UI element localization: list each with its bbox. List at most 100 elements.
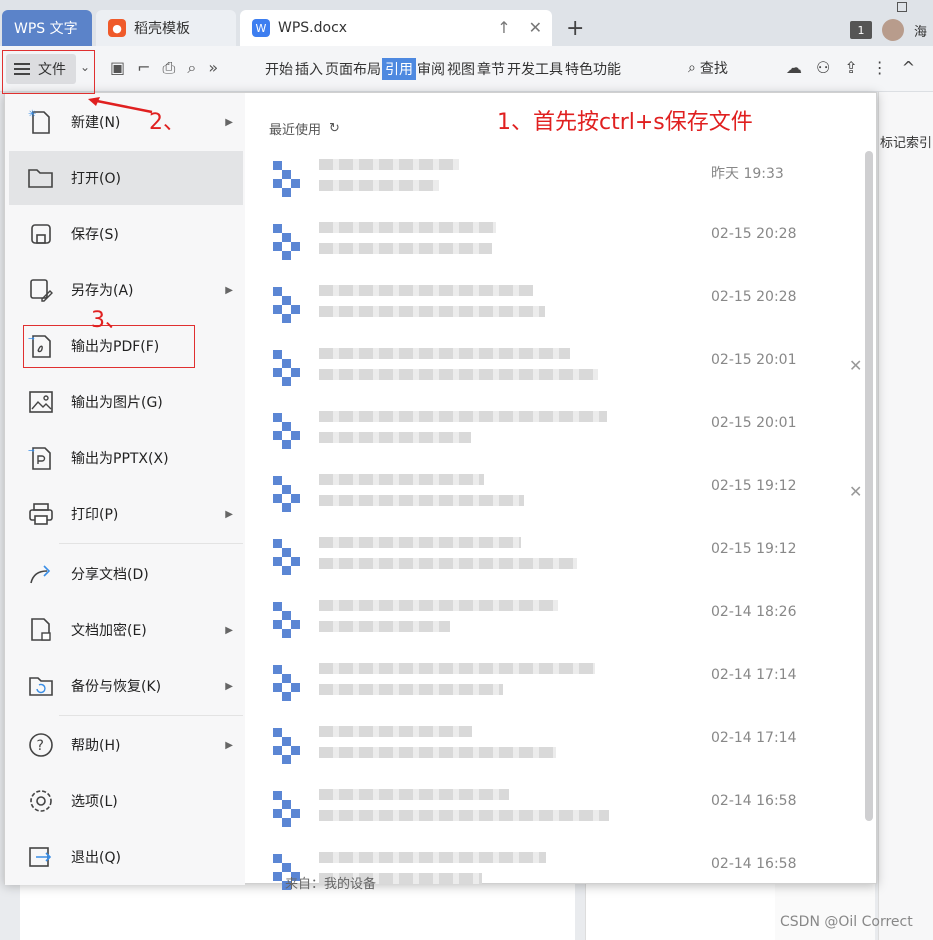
- recent-file-item[interactable]: 02-15 20:01 ✕: [269, 342, 865, 405]
- help-icon: ?: [27, 731, 55, 759]
- tab-insert[interactable]: 插入: [294, 58, 324, 80]
- tab-home[interactable]: 开始: [264, 58, 294, 80]
- printer-icon: [27, 500, 55, 528]
- recent-file-time: 02-14 17:14: [711, 730, 797, 746]
- tab-view[interactable]: 视图: [446, 58, 476, 80]
- menu-item-backup[interactable]: 备份与恢复(K) ▶: [9, 659, 243, 713]
- menu-item-encrypt[interactable]: 文档加密(E) ▶: [9, 603, 243, 657]
- encrypt-icon: [27, 616, 55, 644]
- menu-label-options: 选项(L): [71, 794, 118, 810]
- bookmark-index-label[interactable]: 标记索引: [880, 132, 932, 151]
- recent-file-time: 02-15 20:01: [711, 415, 797, 431]
- doc-file-icon: [273, 224, 307, 260]
- menu-item-print[interactable]: 打印(P) ▶: [9, 487, 243, 541]
- tab-doc-label: WPS.docx: [278, 20, 348, 36]
- tab-references[interactable]: 引用: [382, 58, 416, 80]
- word-doc-icon: W: [252, 19, 270, 37]
- menu-item-export-image[interactable]: 输出为图片(G): [9, 375, 243, 429]
- recent-file-item[interactable]: 02-15 20:01: [269, 405, 865, 468]
- menu-label-save: 保存(S): [71, 227, 119, 243]
- refresh-icon[interactable]: ↻: [329, 121, 340, 136]
- cloud-sync-icon[interactable]: ☁: [786, 58, 802, 77]
- tab-daoke-templates[interactable]: ● 稻壳模板: [96, 10, 236, 46]
- close-tab-icon[interactable]: ✕: [529, 18, 542, 37]
- menu-item-share[interactable]: 分享文档(D): [9, 547, 243, 601]
- doc-file-icon: [273, 350, 307, 386]
- remove-recent-icon[interactable]: ✕: [849, 356, 862, 375]
- pin-up-icon[interactable]: ↑: [497, 18, 510, 37]
- tab-wps-writer[interactable]: WPS 文字: [2, 10, 92, 46]
- save-icon[interactable]: ▣: [110, 58, 125, 78]
- recent-file-item[interactable]: 02-15 19:12 ✕: [269, 468, 865, 531]
- recent-file-name-blurred: [319, 600, 619, 642]
- exit-icon: [27, 843, 55, 871]
- format-painter-icon[interactable]: ⌐: [137, 58, 150, 78]
- window-controls: 1 海: [849, 0, 933, 46]
- window-count-badge[interactable]: 1: [849, 21, 872, 39]
- submenu-arrow-icon: ▶: [225, 116, 233, 128]
- remove-recent-icon[interactable]: ✕: [849, 482, 862, 501]
- svg-text:?: ?: [37, 738, 44, 754]
- recent-file-item[interactable]: 02-14 18:26: [269, 594, 865, 657]
- menu-item-save[interactable]: 保存(S): [9, 207, 243, 261]
- tab-developer[interactable]: 开发工具: [506, 58, 564, 80]
- menu-label-help: 帮助(H): [71, 738, 121, 754]
- print-preview-icon[interactable]: ⌕: [187, 58, 196, 78]
- recent-file-time: 02-14 16:58: [711, 856, 797, 872]
- menu-item-options[interactable]: 选项(L): [9, 774, 243, 828]
- recent-file-item[interactable]: 昨天 19:33: [269, 153, 865, 216]
- save-icon: [27, 220, 55, 248]
- svg-text:✳: ✳: [28, 109, 36, 120]
- tab-page-layout[interactable]: 页面布局: [324, 58, 382, 80]
- recent-file-time: 02-15 20:28: [711, 226, 797, 242]
- tab-bar: WPS 文字 ● 稻壳模板 W WPS.docx ↑ ✕ + 1 海: [0, 0, 933, 46]
- file-menu-panel: ✳ 新建(N) ▶ 打开(O) 保存(S) 另存为(A) ▶ → 输出为PDF(…: [4, 92, 877, 892]
- recent-file-name-blurred: [319, 159, 619, 201]
- annotation-arrow: [88, 97, 153, 114]
- export-image-icon: [27, 388, 55, 416]
- recent-file-time: 02-14 18:26: [711, 604, 797, 620]
- recent-file-item[interactable]: 02-15 20:28: [269, 216, 865, 279]
- recent-file-name-blurred: [319, 285, 619, 327]
- annotation-box-file: [2, 50, 95, 94]
- scrollbar[interactable]: [865, 151, 873, 821]
- doc-file-icon: [273, 161, 307, 197]
- more-options-icon[interactable]: ⋮: [872, 58, 888, 77]
- menu-label-backup: 备份与恢复(K): [71, 679, 162, 695]
- recent-file-name-blurred: [319, 789, 619, 831]
- quick-access-icons: ▣ ⌐ ⎙ ⌕ »: [110, 58, 218, 78]
- recent-file-item[interactable]: 02-14 16:58: [269, 783, 865, 846]
- tab-review[interactable]: 审阅: [416, 58, 446, 80]
- avatar[interactable]: [881, 19, 904, 41]
- toolbar-right-icons: ☁ ⚇ ⇪ ⋮ ^: [786, 58, 915, 77]
- add-user-icon[interactable]: ⚇: [816, 58, 830, 77]
- recent-file-name-blurred: [319, 726, 619, 768]
- print-icon[interactable]: ⎙: [163, 58, 176, 78]
- menu-item-exit[interactable]: 退出(Q): [9, 830, 243, 884]
- submenu-arrow-icon: ▶: [225, 508, 233, 520]
- tab-daoke-label: 稻壳模板: [134, 21, 190, 37]
- collapse-ribbon-icon[interactable]: ^: [902, 58, 915, 77]
- new-tab-button[interactable]: +: [566, 16, 584, 41]
- recent-file-item[interactable]: 02-14 17:14: [269, 657, 865, 720]
- more-chevron-icon[interactable]: »: [208, 58, 218, 78]
- recent-file-item[interactable]: 02-14 17:14: [269, 720, 865, 783]
- share-icon[interactable]: ⇪: [844, 58, 857, 77]
- tab-document[interactable]: W WPS.docx ↑ ✕: [240, 10, 552, 46]
- menu-item-export-pptx[interactable]: → 输出为PPTX(X): [9, 431, 243, 485]
- menu-item-open[interactable]: 打开(O): [9, 151, 243, 205]
- recent-file-item[interactable]: 02-15 20:28: [269, 279, 865, 342]
- annotation-step-2: 2、: [149, 110, 185, 135]
- doc-file-icon: [273, 539, 307, 575]
- recent-file-name-blurred: [319, 663, 619, 705]
- doc-file-icon: [273, 413, 307, 449]
- menu-separator: [59, 715, 243, 716]
- menu-item-help[interactable]: ? 帮助(H) ▶: [9, 718, 243, 772]
- user-name[interactable]: 海: [914, 21, 927, 40]
- search-button[interactable]: ⌕ 查找: [688, 58, 728, 78]
- menu-label-encrypt: 文档加密(E): [71, 623, 147, 639]
- recent-file-item[interactable]: 02-15 19:12: [269, 531, 865, 594]
- tab-features[interactable]: 特色功能: [564, 58, 622, 80]
- submenu-arrow-icon: ▶: [225, 624, 233, 636]
- tab-chapter[interactable]: 章节: [476, 58, 506, 80]
